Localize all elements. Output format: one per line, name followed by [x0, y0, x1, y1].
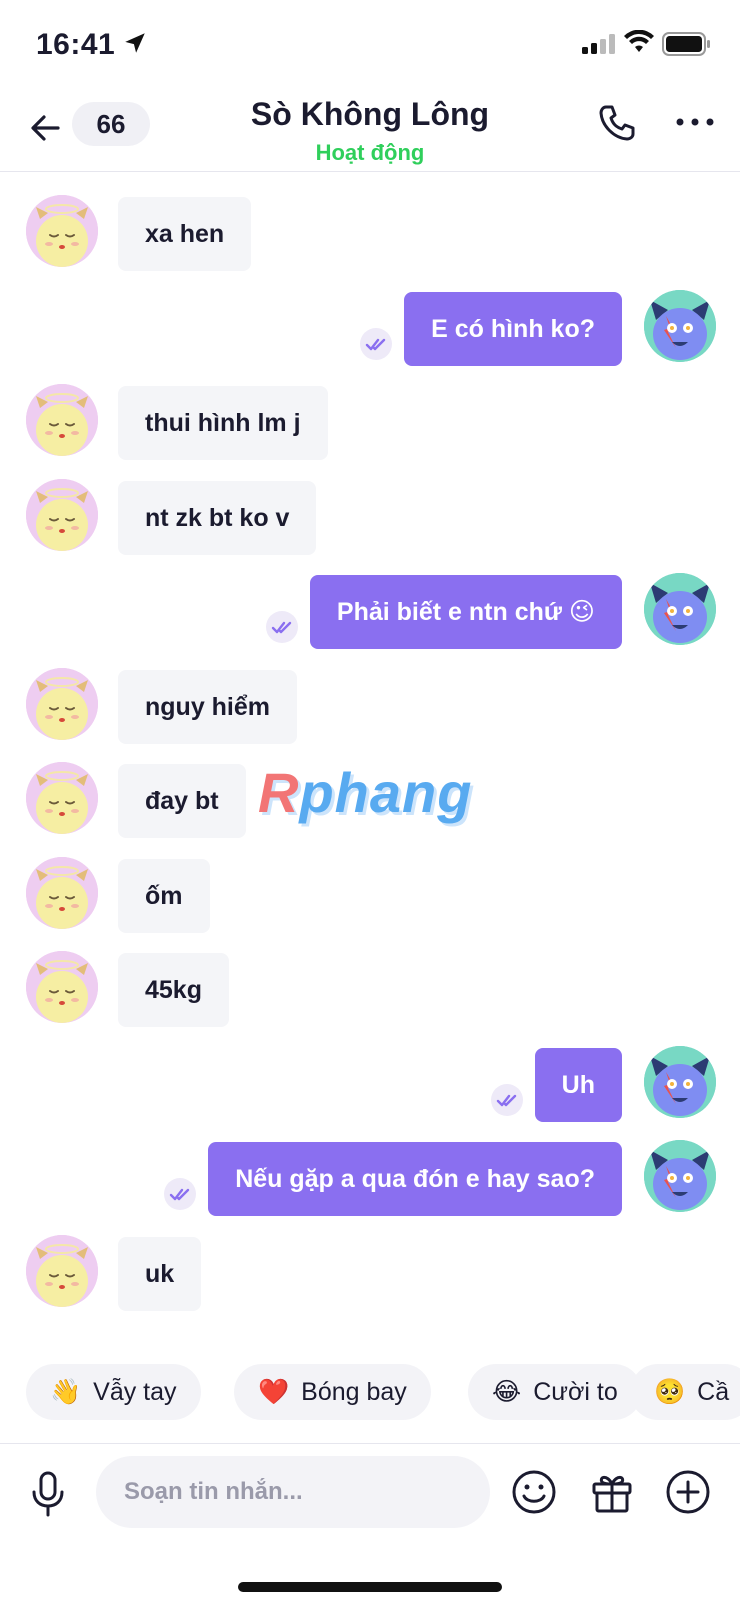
my-avatar[interactable]	[644, 1140, 716, 1212]
mic-icon[interactable]	[28, 1470, 68, 1518]
message-bubble[interactable]: E có hình ko?	[404, 291, 622, 366]
plus-icon[interactable]	[664, 1468, 712, 1516]
contact-avatar[interactable]	[26, 1234, 98, 1307]
double-check-icon	[164, 1178, 196, 1210]
double-check-icon	[491, 1083, 523, 1116]
gift-icon[interactable]	[588, 1468, 636, 1516]
contact-status: Hoạt động	[315, 140, 425, 165]
status-time: 16:41	[36, 28, 116, 61]
status-bar: 16:41	[0, 0, 740, 88]
incoming-message: uk	[0, 1233, 740, 1311]
message-bubble[interactable]: ốm	[118, 858, 210, 933]
chat-header: 66 Sò Không Lông Hoạt động	[0, 88, 740, 172]
outgoing-message: Uh	[0, 1044, 740, 1122]
signal-icon	[582, 34, 615, 54]
phone-icon[interactable]	[596, 102, 638, 144]
incoming-message: xa hen	[0, 193, 740, 271]
wifi-icon	[624, 30, 654, 52]
incoming-message: ốm	[0, 855, 740, 933]
message-bubble[interactable]: Nếu gặp a qua đón e hay sao?	[208, 1142, 622, 1216]
double-check-icon	[266, 611, 298, 643]
battery-icon	[662, 32, 710, 56]
watermark-logo: Rphang	[258, 760, 472, 825]
reaction-emoji-icon: 🥺	[654, 1378, 686, 1406]
my-avatar[interactable]	[644, 1045, 716, 1118]
reaction-emoji-icon: 👋	[50, 1378, 82, 1406]
message-bubble[interactable]: xa hen	[118, 197, 252, 271]
incoming-message: nt zk bt ko v	[0, 477, 740, 555]
reaction-label: Bóng bay	[301, 1378, 407, 1406]
quick-reaction-chip[interactable]: 👋 Vẫy tay	[26, 1364, 201, 1420]
more-icon[interactable]	[674, 116, 716, 128]
outgoing-message: Nếu gặp a qua đón e hay sao?	[0, 1138, 740, 1216]
contact-avatar[interactable]	[26, 762, 98, 834]
outgoing-message: E có hình ko?	[0, 288, 740, 366]
message-bubble[interactable]: nguy hiểm	[118, 669, 298, 744]
message-bubble[interactable]: uk	[118, 1236, 202, 1311]
message-bubble[interactable]: Phải biết e ntn chứ 😉	[309, 575, 622, 649]
contact-name[interactable]: Sò Không Lông	[200, 96, 540, 133]
watermark-rest: phang	[299, 761, 473, 824]
home-indicator	[238, 1582, 502, 1592]
back-arrow-icon[interactable]	[26, 108, 66, 148]
contact-avatar[interactable]	[26, 951, 98, 1023]
location-arrow-icon	[125, 33, 145, 53]
contact-avatar[interactable]	[26, 667, 98, 740]
reaction-label: Vẫy tay	[93, 1378, 177, 1406]
reaction-emoji-icon: 😂	[492, 1378, 522, 1406]
message-bubble[interactable]: nt zk bt ko v	[118, 480, 317, 555]
reaction-emoji-icon: ❤️	[258, 1378, 290, 1406]
contact-avatar[interactable]	[26, 384, 98, 456]
quick-reaction-bar: 👋 Vẫy tay ❤️ Bóng bay 😂 Cười to 🥺 Cầ	[0, 1364, 740, 1422]
message-composer	[0, 1443, 740, 1600]
unread-count-badge[interactable]: 66	[72, 102, 150, 146]
contact-avatar[interactable]	[26, 195, 98, 267]
message-bubble[interactable]: Uh	[534, 1047, 622, 1122]
reaction-label: Cầ	[697, 1378, 730, 1406]
incoming-message: thui hình lm j	[0, 382, 740, 460]
incoming-message: 45kg	[0, 949, 740, 1027]
message-bubble[interactable]: đay bt	[118, 764, 246, 838]
contact-avatar[interactable]	[26, 856, 98, 929]
quick-reaction-chip[interactable]: ❤️ Bóng bay	[234, 1364, 431, 1420]
double-check-icon	[360, 327, 392, 360]
watermark-first-letter: R	[258, 761, 300, 824]
message-bubble[interactable]: 45kg	[118, 953, 229, 1027]
quick-reaction-chip[interactable]: 🥺 Cầ	[630, 1364, 740, 1420]
emoji-icon[interactable]	[510, 1468, 558, 1516]
message-bubble[interactable]: thui hình lm j	[118, 386, 328, 460]
outgoing-message: Phải biết e ntn chứ 😉	[0, 571, 740, 649]
quick-reaction-chip[interactable]: 😂 Cười to	[468, 1364, 642, 1420]
incoming-message: nguy hiểm	[0, 666, 740, 744]
message-input[interactable]	[96, 1456, 490, 1528]
contact-avatar[interactable]	[26, 478, 98, 551]
reaction-label: Cười to	[533, 1378, 618, 1406]
my-avatar[interactable]	[644, 289, 716, 362]
my-avatar[interactable]	[644, 573, 716, 645]
